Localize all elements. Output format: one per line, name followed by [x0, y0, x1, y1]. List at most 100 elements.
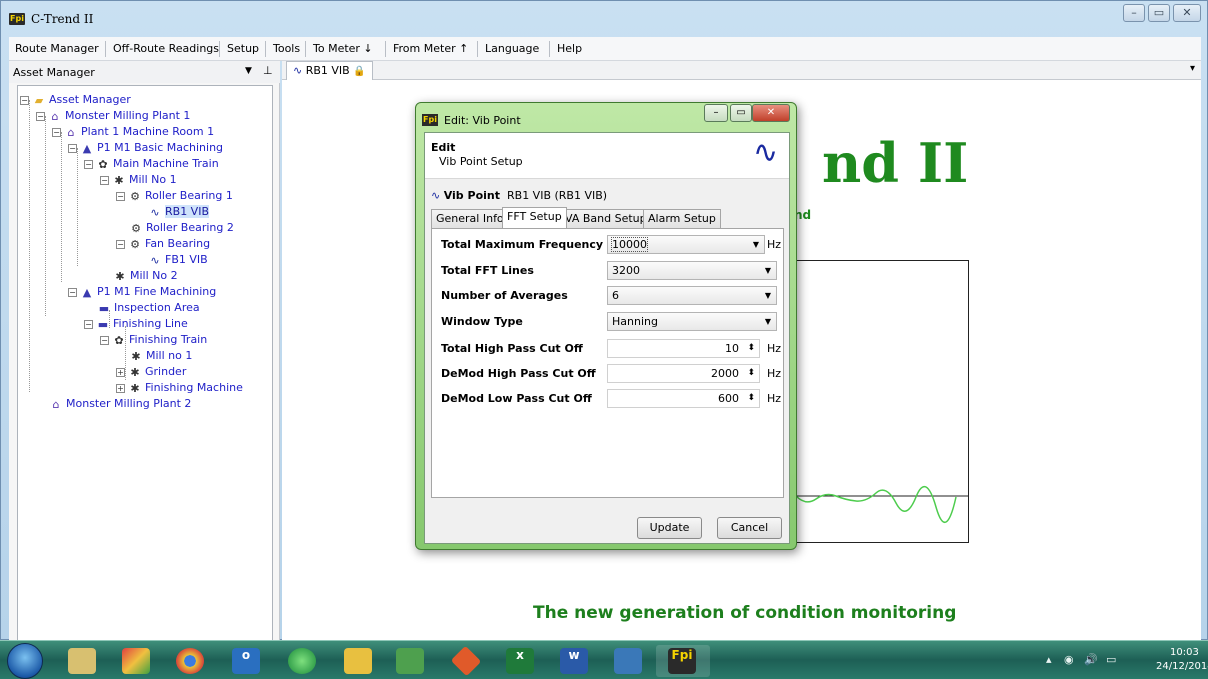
menu-route-manager[interactable]: Route Manager: [15, 42, 99, 55]
taskbar-explorer[interactable]: [56, 645, 110, 677]
dialog-close-button[interactable]: ✕: [752, 104, 790, 122]
tree-label: Finishing Line: [113, 317, 188, 330]
update-button[interactable]: Update: [637, 517, 702, 539]
menu-from-meter[interactable]: From Meter ↑: [393, 42, 468, 55]
collapse-icon[interactable]: −: [20, 95, 29, 105]
window-type-select[interactable]: Hanning ▼: [607, 312, 777, 331]
collapse-icon[interactable]: −: [100, 175, 109, 185]
taskbar-presentation[interactable]: [602, 645, 656, 677]
chevron-down-icon: ▼: [764, 317, 771, 326]
start-button[interactable]: [7, 643, 43, 679]
tree-node[interactable]: − ⌂ Monster Milling Plant 1: [36, 108, 190, 123]
tree-label: Mill no 1: [146, 349, 193, 362]
close-button[interactable]: ✕: [1173, 4, 1201, 22]
asset-tree[interactable]: − ▰ Asset Manager − ⌂ Monster Milling Plant …: [17, 85, 273, 641]
taskbar-media[interactable]: [276, 645, 330, 677]
tray-device-icon[interactable]: ▭: [1106, 653, 1116, 666]
collapse-icon[interactable]: −: [116, 191, 125, 201]
tree-label: Mill No 1: [129, 173, 177, 186]
taskbar-network[interactable]: [384, 645, 438, 677]
tree-node[interactable]: − ✿ Main Machine Train: [84, 156, 219, 171]
demod-high-pass-spinner[interactable]: 2000 ⬍: [607, 364, 760, 383]
dialog-maximize-button[interactable]: ▭: [730, 104, 752, 122]
tree-node[interactable]: − ▰ Asset Manager: [20, 92, 131, 107]
collapse-icon[interactable]: −: [84, 159, 93, 169]
total-fft-lines-select[interactable]: 3200 ▼: [607, 261, 777, 280]
tree-node[interactable]: ✱ Mill no 1: [129, 348, 192, 363]
tree-node-selected[interactable]: ∿ RB1 VIB: [148, 204, 209, 219]
tab-list-dropdown-icon[interactable]: ▾: [1190, 63, 1195, 74]
taskbar-paint[interactable]: [110, 645, 164, 677]
tab-va-band-setup[interactable]: VA Band Setup: [560, 209, 652, 228]
train-icon: ✿: [114, 333, 124, 347]
tree-node[interactable]: − ▬ Finishing Line: [84, 316, 188, 331]
tree-node[interactable]: ⚙ Roller Bearing 2: [129, 220, 234, 235]
menu-language[interactable]: Language: [485, 42, 539, 55]
tree-node[interactable]: − ▲ P1 M1 Fine Machining: [68, 284, 216, 299]
tree-connector: [29, 100, 30, 392]
collapse-icon[interactable]: −: [36, 111, 45, 121]
tree-node[interactable]: − ✱ Mill No 1: [100, 172, 177, 187]
vib-point-value: RB1 VIB (RB1 VIB): [507, 189, 608, 202]
collapse-icon[interactable]: −: [116, 239, 125, 249]
tree-node[interactable]: − ⚙ Roller Bearing 1: [116, 188, 233, 203]
spin-arrows-icon[interactable]: ⬍: [747, 365, 755, 382]
taskbar-git[interactable]: [440, 645, 494, 677]
tree-node[interactable]: − ⚙ Fan Bearing: [116, 236, 210, 251]
expand-icon[interactable]: +: [116, 367, 125, 377]
taskbar-chrome[interactable]: [164, 645, 218, 677]
demod-low-pass-spinner[interactable]: 600 ⬍: [607, 389, 760, 408]
tree-node[interactable]: ⌂ Monster Milling Plant 2: [49, 396, 192, 411]
spin-arrows-icon[interactable]: ⬍: [747, 390, 755, 407]
menu-to-meter[interactable]: To Meter ↓: [313, 42, 373, 55]
collapse-icon[interactable]: −: [100, 335, 109, 345]
taskbar: o x w Fpi ▴ ◉ 🔊 ▭ 10:03 24/12/2014: [0, 640, 1208, 679]
minimize-button[interactable]: –: [1123, 4, 1145, 22]
total-max-frequency-select[interactable]: 10000 ▼: [607, 235, 765, 254]
menu-setup[interactable]: Setup: [227, 42, 259, 55]
taskbar-excel[interactable]: x: [494, 645, 548, 677]
dialog-minimize-button[interactable]: –: [704, 104, 728, 122]
tab-general-info[interactable]: General Info: [431, 209, 509, 228]
clock-time[interactable]: 10:03: [1170, 647, 1199, 658]
spin-arrows-icon[interactable]: ⬍: [747, 340, 755, 357]
taskbar-c-trend[interactable]: Fpi: [656, 645, 710, 677]
menu-help[interactable]: Help: [557, 42, 582, 55]
tree-node[interactable]: ▬ Inspection Area: [97, 300, 200, 315]
tree-node[interactable]: ∿ FB1 VIB: [148, 252, 207, 267]
tree-node[interactable]: − ⌂ Plant 1 Machine Room 1: [52, 124, 214, 139]
cancel-button[interactable]: Cancel: [717, 517, 782, 539]
tray-expand-icon[interactable]: ▴: [1046, 653, 1052, 666]
clock-date[interactable]: 24/12/2014: [1156, 661, 1208, 672]
collapse-icon[interactable]: −: [68, 287, 77, 297]
collapse-icon[interactable]: −: [84, 319, 93, 329]
taskbar-outlook[interactable]: o: [220, 645, 274, 677]
asset-manager-pane: Asset Manager ▼ ⊥ − ▰ Asset Manager − ⌂ Mons…: [9, 61, 280, 641]
tree-label: Grinder: [145, 365, 187, 378]
collapse-icon[interactable]: −: [68, 143, 77, 153]
tree-node[interactable]: ✱ Mill No 2: [113, 268, 177, 283]
tree-node[interactable]: − ▲ P1 M1 Basic Machining: [68, 140, 223, 155]
tab-fft-setup[interactable]: FFT Setup: [502, 207, 567, 228]
tree-node[interactable]: + ✱ Finishing Machine: [116, 380, 243, 395]
taskbar-word[interactable]: w: [548, 645, 602, 677]
number-of-averages-select[interactable]: 6 ▼: [607, 286, 777, 305]
maximize-button[interactable]: ▭: [1148, 4, 1170, 22]
excel-icon: x: [506, 648, 534, 674]
outlook-icon: o: [232, 648, 260, 674]
taskbar-folder-app[interactable]: [332, 645, 386, 677]
tree-node[interactable]: − ✿ Finishing Train: [100, 332, 207, 347]
bearing-icon: ⚙: [130, 189, 140, 203]
menu-off-route-readings[interactable]: Off-Route Readings: [113, 42, 219, 55]
collapse-icon[interactable]: −: [52, 127, 61, 137]
tab-alarm-setup[interactable]: Alarm Setup: [643, 209, 721, 228]
pin-icon[interactable]: ⊥: [263, 64, 273, 77]
tray-network-icon[interactable]: ◉: [1064, 653, 1074, 666]
tree-node[interactable]: + ✱ Grinder: [116, 364, 186, 379]
menu-tools[interactable]: Tools: [273, 42, 300, 55]
total-high-pass-spinner[interactable]: 10 ⬍: [607, 339, 760, 358]
expand-icon[interactable]: +: [116, 383, 125, 393]
pane-dropdown-icon[interactable]: ▼: [245, 66, 252, 76]
volume-icon[interactable]: 🔊: [1084, 653, 1098, 666]
document-tab-rb1-vib[interactable]: ∿ RB1 VIB 🔒: [286, 61, 373, 80]
